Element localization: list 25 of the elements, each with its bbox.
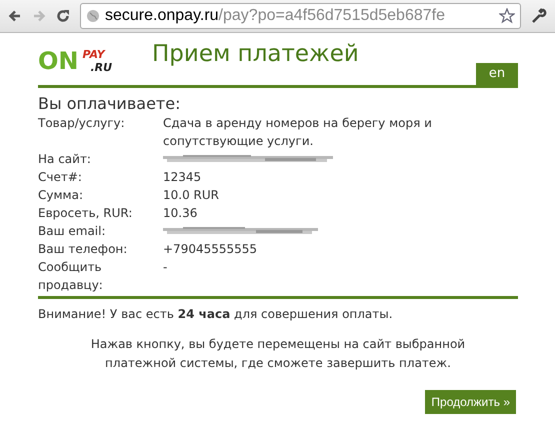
notice-text: Внимание! У вас есть 24 часа для совершения оплаты. [38,306,394,323]
field-label: На сайт: [38,151,92,168]
field-label: Счет#: [38,169,83,186]
field-label: Ваш телефон: [38,241,128,258]
field-label: Товар/услугу: [38,115,126,132]
field-label: Сообщить продавцу: [38,259,104,294]
field-value: Сдача в аренду номеров на берегу моря и сопутствующие услуги. [163,115,433,150]
globe-icon [86,9,100,23]
address-bar[interactable]: secure.onpay.ru/pay?po=a4f56d7515d5eb687fe [80,3,521,29]
continue-button[interactable]: Продолжить » [425,390,516,414]
field-value: +79045555555 [163,241,258,258]
info-text: Нажав кнопку, вы будете перемещены на сайт выбранной платежной системы, где сможете завершить платеж. [90,336,466,372]
url-text: secure.onpay.ru/pay?po=a4f56d7515d5eb687fe [105,6,445,26]
section-title: Вы оплачиваете: [38,94,182,114]
field-label: Сумма: [38,187,84,204]
field-value: 12345 [163,169,202,186]
field-value: 10.36 [163,205,198,222]
back-icon[interactable] [8,9,22,23]
star-icon[interactable] [499,8,515,24]
field-value: 10.0 RUR [163,187,220,204]
language-button[interactable]: en [476,63,518,85]
field-value: - [163,259,168,276]
field-label: Ваш email: [38,223,107,240]
field-label: Евросеть, RUR: [38,205,134,222]
page-title: Прием платежей [152,40,360,68]
